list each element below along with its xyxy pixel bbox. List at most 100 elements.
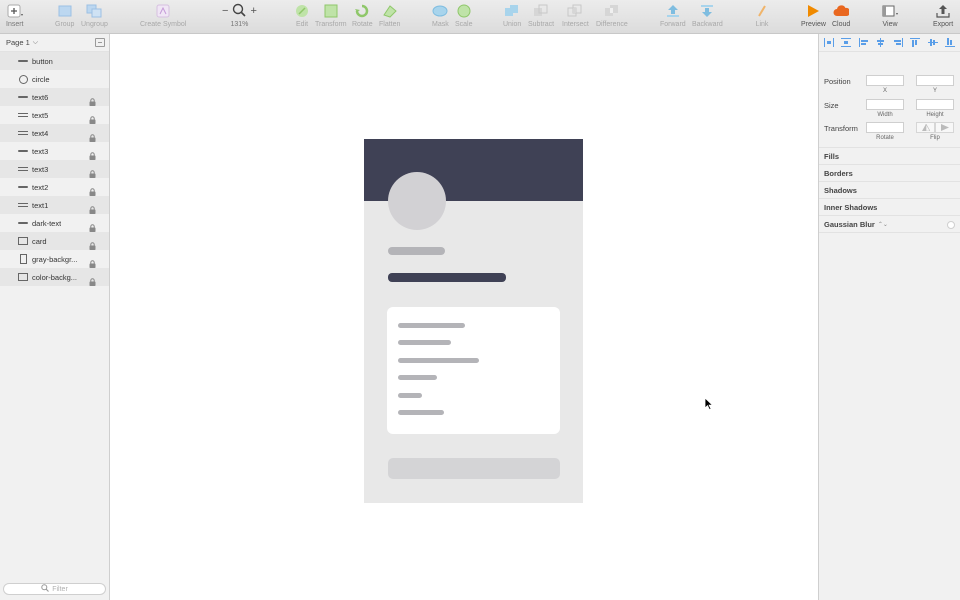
layer-name: text3: [32, 146, 49, 156]
cloud-button[interactable]: Cloud: [832, 4, 850, 28]
create-symbol-button[interactable]: Create Symbol: [140, 4, 186, 28]
stepper-icon[interactable]: ⌃⌄: [878, 221, 888, 228]
width-label: Width: [877, 112, 893, 118]
mask-button[interactable]: Mask: [432, 4, 449, 28]
layer-row-1[interactable]: circle: [0, 70, 109, 88]
group-button[interactable]: Group: [55, 4, 74, 28]
align-center-icon[interactable]: [876, 38, 886, 47]
edit-button[interactable]: Edit: [294, 4, 310, 28]
align-middle-icon[interactable]: [927, 38, 938, 47]
lock-icon[interactable]: [89, 237, 96, 250]
lock-icon[interactable]: [89, 273, 96, 286]
forward-button[interactable]: Forward: [660, 4, 686, 28]
rotate-field[interactable]: [866, 122, 904, 133]
rotate-button[interactable]: Rotate: [352, 4, 373, 28]
layer-row-11[interactable]: gray-backgr...: [0, 250, 109, 268]
borders-label: Borders: [824, 168, 853, 178]
collapse-pages-icon[interactable]: [95, 38, 105, 47]
distribute-vertical-icon[interactable]: [841, 38, 852, 47]
inner-shadows-section[interactable]: Inner Shadows: [819, 199, 960, 216]
text5[interactable]: [398, 393, 422, 398]
text-layer-icon: [18, 164, 28, 174]
zoom-in-button[interactable]: +: [250, 5, 256, 17]
lock-icon[interactable]: [89, 255, 96, 268]
shadows-section[interactable]: Shadows: [819, 182, 960, 199]
preview-button[interactable]: Preview: [801, 4, 826, 28]
layer-row-0[interactable]: button: [0, 52, 109, 70]
lock-icon[interactable]: [89, 129, 96, 142]
layer-row-6[interactable]: text3: [0, 160, 109, 178]
distribute-horizontal-icon[interactable]: [824, 38, 834, 47]
layer-row-2[interactable]: text6: [0, 88, 109, 106]
text-layer-icon: [18, 128, 28, 138]
transform-button[interactable]: Transform: [315, 4, 347, 28]
ungroup-button[interactable]: Ungroup: [81, 4, 108, 28]
text3[interactable]: [398, 340, 451, 345]
text6[interactable]: [398, 410, 444, 415]
layer-name: card: [32, 236, 47, 246]
align-left-icon[interactable]: [858, 38, 869, 47]
backward-button[interactable]: Backward: [692, 4, 723, 28]
view-button[interactable]: View: [882, 4, 898, 28]
width-field[interactable]: [866, 99, 904, 110]
x-field[interactable]: [866, 75, 904, 86]
scale-button[interactable]: Scale: [455, 4, 473, 28]
fills-section[interactable]: Fills: [819, 148, 960, 165]
create-symbol-label: Create Symbol: [140, 21, 187, 28]
lock-icon[interactable]: [89, 183, 96, 196]
flip-vertical-button[interactable]: [935, 122, 954, 133]
zoom-out-button[interactable]: −: [222, 5, 228, 17]
difference-button[interactable]: Difference: [596, 4, 628, 28]
layer-row-4[interactable]: text4: [0, 124, 109, 142]
union-button[interactable]: Union: [503, 4, 521, 28]
page-selector[interactable]: Page 1 ⌵: [0, 34, 109, 52]
flip-horizontal-button[interactable]: [916, 122, 935, 133]
text3[interactable]: [398, 358, 479, 363]
gaussian-blur-section[interactable]: Gaussian Blur ⌃⌄: [819, 216, 960, 233]
lock-icon[interactable]: [89, 111, 96, 124]
rotate-label: Rotate: [352, 21, 373, 28]
cloud-icon: [833, 4, 850, 18]
circle[interactable]: [388, 172, 446, 230]
lock-icon[interactable]: [89, 93, 96, 106]
height-field[interactable]: [916, 99, 954, 110]
y-field[interactable]: [916, 75, 954, 86]
lock-icon[interactable]: [89, 201, 96, 214]
fills-label: Fills: [824, 151, 840, 161]
filter-input[interactable]: Filter: [3, 583, 106, 595]
canvas[interactable]: [110, 34, 818, 600]
lock-icon[interactable]: [89, 219, 96, 232]
card[interactable]: [387, 307, 560, 434]
layer-row-10[interactable]: card: [0, 232, 109, 250]
blur-toggle[interactable]: [947, 221, 955, 229]
layer-row-9[interactable]: dark-text: [0, 214, 109, 232]
lock-icon[interactable]: [89, 147, 96, 160]
dark-text[interactable]: [388, 273, 506, 282]
borders-section[interactable]: Borders: [819, 165, 960, 182]
button[interactable]: [388, 458, 560, 479]
layer-row-5[interactable]: text3: [0, 142, 109, 160]
layer-row-12[interactable]: color-backg...: [0, 268, 109, 286]
layer-row-7[interactable]: text2: [0, 178, 109, 196]
layer-name: gray-backgr...: [32, 254, 78, 264]
intersect-icon: [567, 4, 583, 18]
flatten-button[interactable]: Flatten: [379, 4, 400, 28]
artboard[interactable]: [364, 139, 583, 503]
symbol-icon: [155, 4, 171, 18]
layer-row-8[interactable]: text1: [0, 196, 109, 214]
align-bottom-icon[interactable]: [944, 38, 955, 47]
text4[interactable]: [398, 375, 437, 380]
align-top-icon[interactable]: [910, 38, 921, 47]
export-button[interactable]: Export: [933, 4, 953, 28]
insert-button[interactable]: Insert: [6, 4, 24, 28]
layer-row-3[interactable]: text5: [0, 106, 109, 124]
text1[interactable]: [388, 247, 445, 255]
text2[interactable]: [398, 323, 465, 328]
subtract-button[interactable]: Subtract: [528, 4, 554, 28]
lock-icon[interactable]: [89, 165, 96, 178]
align-right-icon[interactable]: [893, 38, 904, 47]
intersect-button[interactable]: Intersect: [562, 4, 589, 28]
zoom-level: 131%: [230, 21, 249, 28]
plus-icon: [7, 4, 23, 18]
link-button[interactable]: Link: [754, 4, 770, 28]
